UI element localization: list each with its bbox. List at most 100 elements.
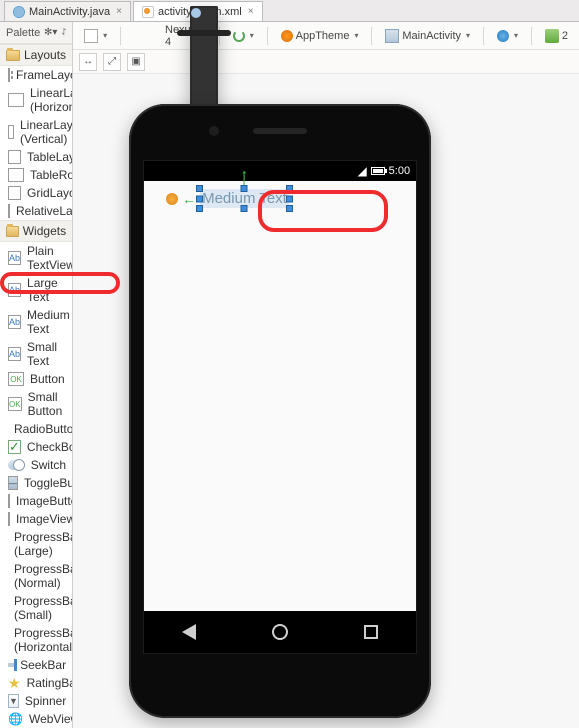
textview-icon: Ab [8, 347, 21, 361]
palette-item-tablelayout[interactable]: TableLayout [0, 148, 72, 166]
palette-item-framelayout[interactable]: FrameLayout [0, 66, 72, 84]
palette-item-radiobutton[interactable]: RadioButton [0, 420, 72, 438]
group-widgets[interactable]: Widgets [0, 220, 72, 242]
palette-item-spinner[interactable]: ▼Spinner [0, 692, 72, 710]
theme-selector[interactable]: AppTheme [276, 27, 364, 45]
palette-item-switch[interactable]: Switch [0, 456, 72, 474]
navigation-bar [144, 611, 416, 653]
item-label: ToggleButton [24, 476, 72, 490]
palette-item-imageview[interactable]: ImageView [0, 510, 72, 528]
globe-icon: 🌐 [8, 712, 23, 726]
palette-item-small-text[interactable]: Ab Small Text [0, 338, 72, 370]
palette-item-progressbar-large[interactable]: ProgressBar (Large) [0, 528, 72, 560]
design-surface-menu[interactable] [79, 26, 112, 46]
button-icon: OK [8, 397, 22, 411]
group-layouts[interactable]: Layouts [0, 44, 72, 66]
item-label: RatingBar [27, 676, 73, 690]
tab-label: MainActivity.java [29, 6, 110, 18]
device-screen[interactable]: ◢ 5:00 ← ↑ Medium Text [143, 160, 417, 654]
item-label: Small Text [27, 340, 66, 368]
resize-handle[interactable] [286, 185, 293, 192]
item-label: TableLayout [27, 150, 72, 164]
palette-item-plain-textview[interactable]: Ab Plain TextView [0, 242, 72, 274]
palette-item-tablerow[interactable]: TableRow [0, 166, 72, 184]
resize-handle[interactable] [196, 185, 203, 192]
item-label: Small Button [28, 390, 67, 418]
palette-item-linearlayout-v[interactable]: LinearLayout (Vertical) [0, 116, 72, 148]
palette-item-imagebutton[interactable]: ImageButton [0, 492, 72, 510]
palette-item-relativelayout[interactable]: RelativeLayout [0, 202, 72, 220]
item-label: Switch [31, 458, 66, 472]
separator [483, 27, 484, 45]
item-label: WebView [29, 712, 72, 726]
close-icon[interactable]: × [248, 6, 254, 17]
close-icon[interactable]: × [116, 6, 122, 17]
palette-item-medium-text[interactable]: AbMedium Text [0, 306, 72, 338]
resize-handle[interactable] [196, 195, 203, 202]
group-label: Widgets [23, 224, 66, 238]
seekbar-icon [8, 663, 14, 667]
activity-selector[interactable]: MainActivity [380, 26, 475, 46]
resize-handle[interactable] [241, 205, 248, 212]
palette-item-progressbar-small[interactable]: ProgressBar (Small) [0, 592, 72, 624]
palette-item-large-text[interactable]: AbLarge Text [0, 274, 72, 306]
item-label: FrameLayout [16, 68, 72, 82]
palette-item-checkbox[interactable]: ✓CheckBox [0, 438, 72, 456]
dropped-textview[interactable]: ↑ Medium Text [200, 189, 289, 208]
document-icon [84, 29, 98, 43]
collapse-icon[interactable]: ⥌ [61, 27, 66, 38]
item-label: Plain TextView [27, 244, 72, 272]
palette-item-linearlayout-h[interactable]: LinearLayout (Horizontal) [0, 84, 72, 116]
imageview-icon [8, 512, 10, 526]
resize-handle[interactable] [286, 205, 293, 212]
palette-item-gridlayout[interactable]: GridLayout [0, 184, 72, 202]
palette-item-togglebutton[interactable]: —ToggleButton [0, 474, 72, 492]
item-label: RadioButton [14, 422, 72, 436]
java-file-icon [13, 6, 25, 18]
drop-indicator: ← ↑ Medium Text [166, 189, 289, 208]
resize-handle[interactable] [286, 195, 293, 202]
palette-item-ratingbar[interactable]: ★ RatingBar [0, 674, 72, 692]
star-icon: ★ [8, 676, 21, 690]
design-canvas[interactable]: ◢ 5:00 ← ↑ Medium Text [73, 74, 579, 728]
recents-icon[interactable] [364, 625, 378, 639]
tab-main-activity-java[interactable]: MainActivity.java × [4, 1, 131, 21]
item-label: ImageView [16, 512, 72, 526]
activity-icon [385, 29, 399, 43]
palette-item-webview[interactable]: 🌐 WebView [0, 710, 72, 728]
resize-handle[interactable] [241, 185, 248, 192]
palette-item-button[interactable]: OKButton [0, 370, 72, 388]
locale-selector[interactable] [492, 27, 523, 45]
item-label: GridLayout [27, 186, 72, 200]
pan-button[interactable]: ↔ [79, 53, 97, 71]
item-label: ImageButton [16, 494, 72, 508]
palette-title: Palette [6, 27, 40, 39]
linearlayout-h-icon [8, 93, 24, 107]
palette-item-small-button[interactable]: OK Small Button [0, 388, 72, 420]
item-label: Medium Text [27, 308, 70, 336]
home-icon[interactable] [272, 624, 288, 640]
textview-icon: Ab [8, 251, 21, 265]
separator [371, 27, 372, 45]
palette-list: Layouts FrameLayout LinearLayout (Horizo… [0, 44, 72, 728]
status-bar: ◢ 5:00 [144, 161, 416, 181]
item-label: ProgressBar (Horizontal) [14, 626, 72, 654]
zoom-fit-button[interactable]: ▣ [127, 53, 145, 71]
api-label: 2 [562, 30, 568, 42]
checkbox-icon: ✓ [8, 440, 21, 454]
palette-item-seekbar[interactable]: SeekBar [0, 656, 72, 674]
rotate-icon [233, 30, 245, 42]
gridlayout-icon [8, 186, 21, 200]
item-label: ProgressBar (Small) [14, 594, 72, 622]
back-icon[interactable] [182, 624, 196, 640]
palette-item-progressbar-normal[interactable]: ProgressBar (Normal) [0, 560, 72, 592]
palette-item-progressbar-horizontal[interactable]: ProgressBar (Horizontal) [0, 624, 72, 656]
palette-panel: Palette ✻▾ ⥌ Layouts FrameLayout LinearL… [0, 22, 73, 728]
orientation-selector[interactable] [228, 27, 259, 45]
resize-handle[interactable] [196, 205, 203, 212]
item-label: Spinner [25, 694, 66, 708]
api-selector[interactable]: 2 [540, 26, 573, 46]
tablelayout-icon [8, 150, 21, 164]
gear-icon[interactable]: ✻▾ [44, 27, 57, 38]
zoom-actual-button[interactable]: ⤢ [103, 53, 121, 71]
